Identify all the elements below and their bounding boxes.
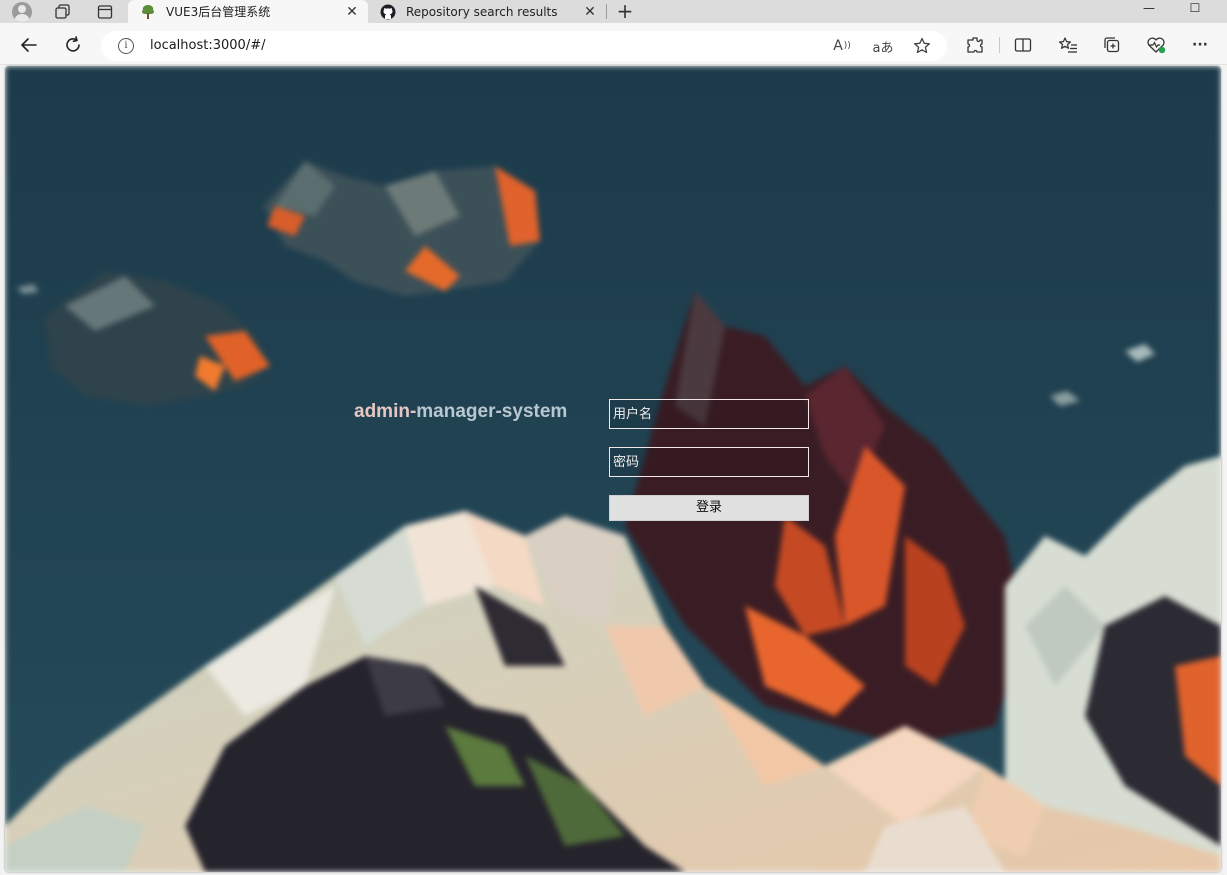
new-tab-button[interactable]: + bbox=[612, 0, 638, 23]
collections-icon[interactable] bbox=[1097, 31, 1127, 59]
address-bar[interactable]: i localhost:3000/#/ A)) aあ bbox=[101, 31, 947, 61]
url-text[interactable]: localhost:3000/#/ bbox=[150, 38, 265, 53]
heartbeat-icon[interactable] bbox=[1141, 31, 1171, 59]
translate-icon[interactable]: aあ bbox=[870, 35, 896, 57]
brand-part-system: manager-system bbox=[416, 401, 568, 422]
github-favicon-icon bbox=[380, 4, 396, 20]
profile-avatar[interactable] bbox=[8, 0, 36, 23]
profile-icon bbox=[12, 1, 32, 22]
tab-repository-search[interactable]: Repository search results ✕ bbox=[368, 0, 606, 23]
login-button[interactable]: 登录 bbox=[609, 495, 809, 521]
toolbar-divider bbox=[999, 37, 1000, 53]
split-screen-icon[interactable] bbox=[1008, 31, 1038, 59]
close-tab-icon[interactable]: ✕ bbox=[580, 4, 600, 20]
workspaces-icon[interactable] bbox=[49, 0, 77, 23]
tree-favicon-icon bbox=[140, 4, 156, 20]
brand-title: admin-manager-system bbox=[354, 401, 567, 423]
refresh-icon[interactable] bbox=[59, 31, 87, 59]
tab-strip: VUE3后台管理系统 ✕ Repository search results ✕… bbox=[0, 0, 1227, 23]
brand-part-admin: admin- bbox=[354, 401, 417, 422]
site-info-icon[interactable]: i bbox=[118, 38, 134, 54]
tab-title: Repository search results bbox=[406, 4, 558, 19]
close-tab-icon[interactable]: ✕ bbox=[342, 4, 362, 20]
browser-toolbar: i localhost:3000/#/ A)) aあ ··· bbox=[0, 23, 1227, 65]
tab-title: VUE3后台管理系统 bbox=[166, 5, 271, 19]
more-icon[interactable]: ··· bbox=[1185, 31, 1215, 59]
tab-vue3-admin[interactable]: VUE3后台管理系统 ✕ bbox=[128, 0, 368, 23]
read-aloud-label: A bbox=[833, 38, 843, 54]
favorite-star-icon[interactable] bbox=[910, 35, 934, 57]
page-viewport: admin-manager-system 登录 bbox=[5, 66, 1221, 872]
tab-actions-icon[interactable] bbox=[91, 0, 119, 23]
read-aloud-icon[interactable]: A)) bbox=[830, 35, 854, 57]
minimize-button[interactable]: — bbox=[1126, 0, 1172, 18]
favorites-list-icon[interactable] bbox=[1053, 31, 1083, 59]
tab-divider bbox=[606, 4, 607, 19]
password-input[interactable] bbox=[609, 447, 809, 477]
username-input[interactable] bbox=[609, 399, 809, 429]
maximize-button[interactable]: ☐ bbox=[1172, 0, 1218, 18]
back-arrow-icon[interactable] bbox=[15, 31, 43, 59]
extensions-icon[interactable] bbox=[960, 31, 990, 59]
